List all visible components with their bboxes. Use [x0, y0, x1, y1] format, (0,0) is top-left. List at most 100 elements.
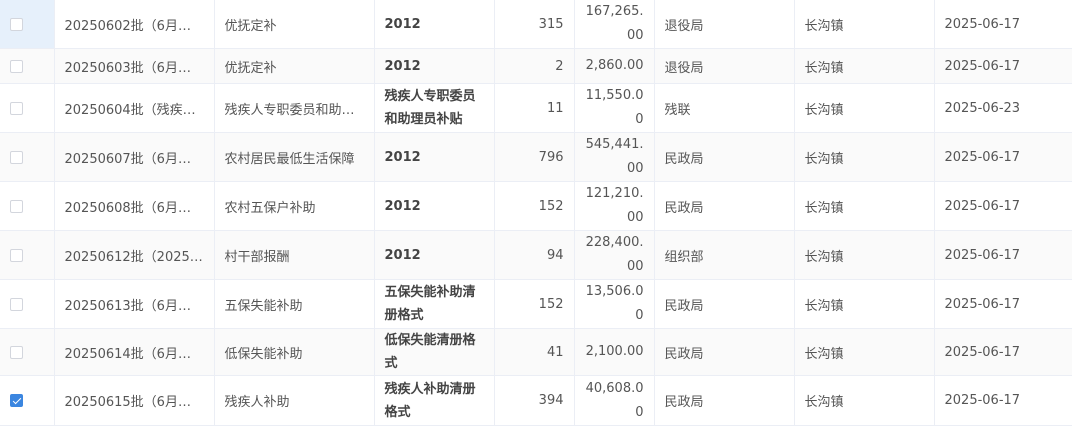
amount-cell: 40,608.00 [574, 375, 655, 426]
department-cell: 组织部 [654, 230, 795, 280]
department-cell: 民政局 [654, 181, 795, 231]
date-cell: 2025-06-23 [934, 83, 1072, 133]
date-cell: 2025-06-17 [934, 48, 1072, 84]
person-count-cell: 152 [494, 279, 575, 329]
subsidy-item-cell: 残疾人补助 [214, 375, 375, 426]
batch-name-cell: 20250613批（6月份分… [54, 279, 215, 329]
subsidy-item-cell: 低保失能补助 [214, 328, 375, 376]
town-cell: 长沟镇 [794, 83, 935, 133]
date-cell: 2025-06-17 [934, 328, 1072, 376]
batch-name-cell: 20250608批（6月份特… [54, 181, 215, 231]
register-format-cell: 2012 [374, 132, 495, 182]
row-checkbox[interactable] [10, 17, 23, 31]
table-row[interactable]: 20250612批（2025年5… 村干部报酬 2012 94 228,400.… [0, 230, 1072, 280]
batch-name-cell: 20250603批（6月份优… [54, 48, 215, 84]
person-count-cell: 152 [494, 181, 575, 231]
table-body: 20250602批（6月份优… 优抚定补 2012 315 167,265.00… [0, 0, 1072, 426]
amount-cell: 2,860.00 [574, 48, 655, 84]
town-cell: 长沟镇 [794, 328, 935, 376]
table-row[interactable]: 20250615批（6月份困… 残疾人补助 残疾人补助清册格式 394 40,6… [0, 375, 1072, 426]
subsidy-item-cell: 农村居民最低生活保障 [214, 132, 375, 182]
row-checkbox[interactable] [10, 150, 23, 164]
register-format-cell: 2012 [374, 181, 495, 231]
row-checkbox[interactable] [10, 248, 23, 262]
date-cell: 2025-06-17 [934, 230, 1072, 280]
batch-name-cell: 20250602批（6月份优… [54, 0, 215, 49]
table-row[interactable]: 20250613批（6月份分… 五保失能补助 五保失能补助清册格式 152 13… [0, 279, 1072, 329]
batch-name-cell: 20250604批（残疾专委… [54, 83, 215, 133]
subsidy-item-cell: 农村五保户补助 [214, 181, 375, 231]
town-cell: 长沟镇 [794, 181, 935, 231]
town-cell: 长沟镇 [794, 279, 935, 329]
department-cell: 退役局 [654, 48, 795, 84]
batch-name-cell: 20250607批（6月份农… [54, 132, 215, 182]
row-select-cell[interactable] [0, 375, 55, 426]
row-select-cell[interactable] [0, 0, 55, 49]
department-cell: 退役局 [654, 0, 795, 49]
table-row[interactable]: 20250614批（6月份低… 低保失能补助 低保失能清册格式 41 2,100… [0, 328, 1072, 376]
table-row[interactable]: 20250607批（6月份农… 农村居民最低生活保障 2012 796 545,… [0, 132, 1072, 182]
row-select-cell[interactable] [0, 132, 55, 182]
row-select-cell[interactable] [0, 48, 55, 84]
row-checkbox[interactable] [10, 297, 23, 311]
subsidy-item-cell: 优抚定补 [214, 0, 375, 49]
date-cell: 2025-06-17 [934, 0, 1072, 49]
batch-name-cell: 20250614批（6月份低… [54, 328, 215, 376]
department-cell: 残联 [654, 83, 795, 133]
town-cell: 长沟镇 [794, 230, 935, 280]
subsidy-item-cell: 优抚定补 [214, 48, 375, 84]
town-cell: 长沟镇 [794, 132, 935, 182]
department-cell: 民政局 [654, 328, 795, 376]
amount-cell: 13,506.00 [574, 279, 655, 329]
row-select-cell[interactable] [0, 83, 55, 133]
row-checkbox[interactable] [10, 345, 23, 359]
amount-cell: 167,265.00 [574, 0, 655, 49]
person-count-cell: 315 [494, 0, 575, 49]
department-cell: 民政局 [654, 375, 795, 426]
town-cell: 长沟镇 [794, 48, 935, 84]
person-count-cell: 394 [494, 375, 575, 426]
row-select-cell[interactable] [0, 181, 55, 231]
amount-cell: 11,550.00 [574, 83, 655, 133]
person-count-cell: 796 [494, 132, 575, 182]
row-select-cell[interactable] [0, 230, 55, 280]
table-row[interactable]: 20250608批（6月份特… 农村五保户补助 2012 152 121,210… [0, 181, 1072, 231]
date-cell: 2025-06-17 [934, 132, 1072, 182]
register-format-cell: 残疾人专职委员和助理员补贴 [374, 83, 495, 133]
amount-cell: 228,400.00 [574, 230, 655, 280]
person-count-cell: 41 [494, 328, 575, 376]
subsidy-item-cell: 村干部报酬 [214, 230, 375, 280]
person-count-cell: 11 [494, 83, 575, 133]
amount-cell: 2,100.00 [574, 328, 655, 376]
town-cell: 长沟镇 [794, 0, 935, 49]
subsidy-item-cell: 残疾人专职委员和助理… [214, 83, 375, 133]
table-row[interactable]: 20250604批（残疾专委… 残疾人专职委员和助理… 残疾人专职委员和助理员补… [0, 83, 1072, 133]
row-checkbox[interactable] [10, 59, 23, 73]
payment-batch-table: 20250602批（6月份优… 优抚定补 2012 315 167,265.00… [0, 0, 1072, 426]
register-format-cell: 2012 [374, 230, 495, 280]
person-count-cell: 94 [494, 230, 575, 280]
register-format-cell: 低保失能清册格式 [374, 328, 495, 376]
date-cell: 2025-06-17 [934, 181, 1072, 231]
register-format-cell: 五保失能补助清册格式 [374, 279, 495, 329]
person-count-cell: 2 [494, 48, 575, 84]
subsidy-item-cell: 五保失能补助 [214, 279, 375, 329]
row-select-cell[interactable] [0, 328, 55, 376]
batch-name-cell: 20250615批（6月份困… [54, 375, 215, 426]
department-cell: 民政局 [654, 132, 795, 182]
row-select-cell[interactable] [0, 279, 55, 329]
row-checkbox[interactable] [10, 101, 23, 115]
row-checkbox[interactable] [10, 199, 23, 213]
department-cell: 民政局 [654, 279, 795, 329]
table-row[interactable]: 20250602批（6月份优… 优抚定补 2012 315 167,265.00… [0, 0, 1072, 49]
town-cell: 长沟镇 [794, 375, 935, 426]
table-row[interactable]: 20250603批（6月份优… 优抚定补 2012 2 2,860.00 退役局… [0, 48, 1072, 84]
date-cell: 2025-06-17 [934, 279, 1072, 329]
batch-name-cell: 20250612批（2025年5… [54, 230, 215, 280]
row-checkbox[interactable] [10, 394, 23, 407]
register-format-cell: 残疾人补助清册格式 [374, 375, 495, 426]
register-format-cell: 2012 [374, 48, 495, 84]
register-format-cell: 2012 [374, 0, 495, 49]
amount-cell: 121,210.00 [574, 181, 655, 231]
date-cell: 2025-06-17 [934, 375, 1072, 426]
